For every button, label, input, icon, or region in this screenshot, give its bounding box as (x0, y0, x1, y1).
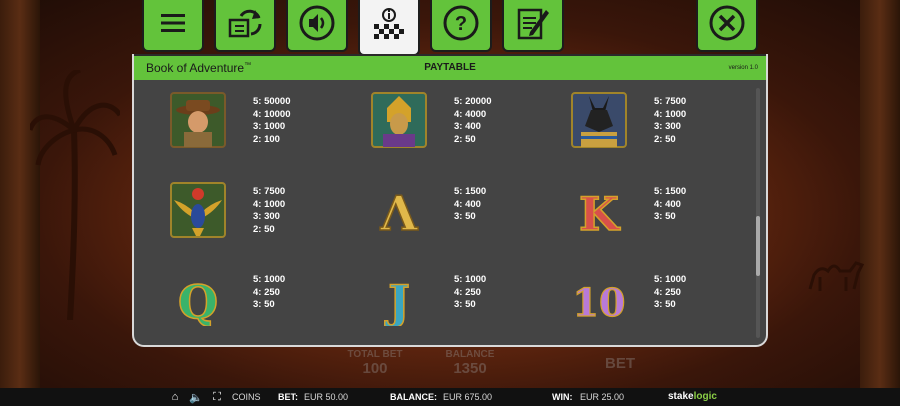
provider-logo: stakelogic (668, 391, 717, 402)
payout-list: 5: 1500 4: 400 3: 50 (654, 186, 687, 222)
svg-text:Q: Q (178, 275, 218, 326)
letter-j-symbol-icon: J (369, 268, 429, 328)
tab-paytable[interactable] (358, 0, 420, 56)
paytable-entry-q: Q 5: 1000 4: 250 3: 50 (138, 258, 338, 344)
paytable-entry-explorer: 5: 50000 4: 10000 3: 1000 2: 100 (138, 80, 338, 166)
number-10-symbol-icon: 10 (569, 268, 629, 328)
tab-close[interactable] (696, 0, 758, 52)
paytable-entry-anubis: 5: 7500 4: 1000 3: 300 2: 50 (539, 80, 739, 166)
bet-label: BET: (278, 392, 298, 402)
status-bar: ⌂ 🔈 ⛶ COINS BET: EUR 50.00 BALANCE: EUR … (0, 388, 900, 406)
payout-list: 5: 7500 4: 1000 3: 300 2: 50 (253, 186, 286, 235)
paytable-titlebar: Book of Adventure™ PAYTABLE version 1.0 (134, 54, 766, 80)
paytable-entry-pharaoh: 5: 20000 4: 4000 3: 400 2: 50 (339, 80, 539, 166)
right-pillar (860, 0, 900, 388)
tab-history[interactable] (502, 0, 564, 52)
bet-value: EUR 50.00 (304, 392, 349, 402)
letter-a-symbol-icon: Λ (369, 180, 429, 240)
paytable-entry-10: 10 5: 1000 4: 250 3: 50 (539, 258, 739, 344)
explorer-symbol-icon (168, 90, 228, 150)
paytable-entry-scarab: 5: 7500 4: 1000 3: 300 2: 50 (138, 170, 338, 256)
sound-icon (298, 4, 336, 47)
anubis-symbol-icon (569, 90, 629, 150)
palm-tree-silhouette (30, 70, 120, 320)
tab-help[interactable]: ? (430, 0, 492, 52)
coins-toggle[interactable]: COINS (232, 392, 261, 402)
fullscreen-icon[interactable]: ⛶ (210, 390, 224, 404)
svg-text:Λ: Λ (379, 186, 418, 238)
menu-icon (159, 11, 187, 40)
camel-silhouette (808, 261, 865, 291)
autoplay-icon (227, 6, 263, 45)
version-label: version 1.0 (728, 65, 758, 71)
payout-list: 5: 1500 4: 400 3: 50 (454, 186, 487, 222)
pharaoh-symbol-icon (369, 90, 429, 150)
payout-list: 5: 1000 4: 250 3: 50 (454, 274, 487, 310)
paytable-entry-j: J 5: 1000 4: 250 3: 50 (339, 258, 539, 344)
balance-value: EUR 675.00 (443, 392, 493, 402)
win-label: WIN: (552, 392, 573, 402)
paytable-panel: Book of Adventure™ PAYTABLE version 1.0 … (132, 54, 768, 347)
svg-text:?: ? (455, 13, 467, 35)
scrollbar-thumb[interactable] (756, 216, 760, 276)
home-icon[interactable]: ⌂ (168, 390, 182, 404)
svg-text:K: K (579, 187, 621, 238)
payout-list: 5: 50000 4: 10000 3: 1000 2: 100 (253, 96, 291, 145)
paytable-tab-strip: ? (136, 0, 766, 56)
paytable-icon (372, 7, 406, 48)
paytable-entry-k: K 5: 1500 4: 400 3: 50 (539, 170, 739, 256)
speaker-icon[interactable]: 🔈 (189, 390, 203, 404)
svg-text:10: 10 (573, 280, 626, 325)
history-icon (516, 4, 550, 47)
help-icon: ? (442, 4, 480, 47)
paytable-grid: 5: 50000 4: 10000 3: 1000 2: 100 5: 20000 4:… (134, 80, 754, 345)
paytable-entry-a: Λ 5: 1500 4: 400 3: 50 (339, 170, 539, 256)
paytable-scrollbar[interactable] (756, 88, 760, 338)
tab-menu[interactable] (142, 0, 204, 52)
close-icon (708, 4, 746, 47)
letter-q-symbol-icon: Q (168, 268, 228, 328)
scarab-symbol-icon (168, 180, 228, 240)
letter-k-symbol-icon: K (569, 180, 629, 240)
payout-list: 5: 1000 4: 250 3: 50 (253, 274, 286, 310)
page-title: PAYTABLE (424, 62, 476, 73)
win-value: EUR 25.00 (580, 392, 625, 402)
payout-list: 5: 7500 4: 1000 3: 300 2: 50 (654, 96, 687, 145)
payout-list: 5: 1000 4: 250 3: 50 (654, 274, 687, 310)
svg-text:J: J (384, 275, 410, 326)
balance-label: BALANCE: (390, 392, 437, 402)
tab-sound[interactable] (286, 0, 348, 52)
tab-autoplay[interactable] (214, 0, 276, 52)
payout-list: 5: 20000 4: 4000 3: 400 2: 50 (454, 96, 492, 145)
